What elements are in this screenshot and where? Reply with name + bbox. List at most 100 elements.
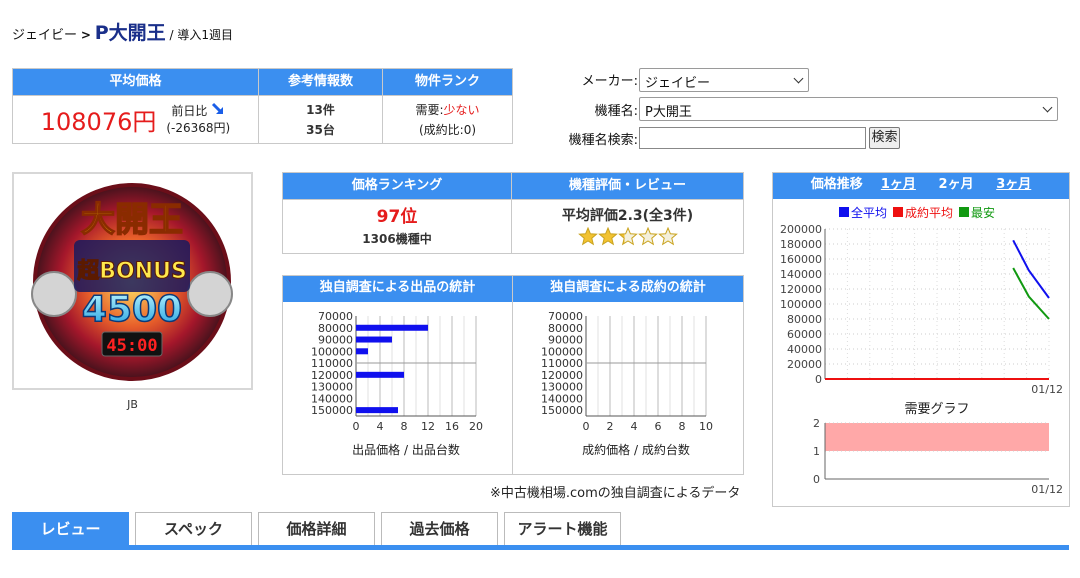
tab-bar-line xyxy=(12,545,1069,550)
legend-swatch xyxy=(893,207,903,217)
trend-y-tick-label: 100000 xyxy=(780,298,822,311)
maker-label: メーカー: xyxy=(581,74,638,89)
rating-star-icon xyxy=(657,226,678,245)
summary-header-rank: 物件ランク xyxy=(382,68,513,96)
trend-down-arrow-icon xyxy=(211,102,225,118)
x-tick-label: 4 xyxy=(377,420,384,433)
tab-review[interactable]: レビュー xyxy=(12,512,129,546)
legend-swatch xyxy=(959,207,969,217)
info-count-listings: 13件 xyxy=(306,102,335,117)
rating-star-icon xyxy=(617,226,638,245)
x-tick-label: 16 xyxy=(445,420,459,433)
trend-y-tick-label: 80000 xyxy=(787,313,822,326)
ranking-header-review: 機種評価・レビュー xyxy=(511,172,744,200)
rating-star-icon xyxy=(637,226,658,245)
model-select-value: P大開王 xyxy=(645,105,692,120)
machine-sub-text: 超BONUS xyxy=(77,259,187,284)
contract-stats-title: 独自調査による成約の統計 xyxy=(513,276,743,302)
contract-stats-chart: 0 2 4 6 8 10700008000090000100000110000120000… xyxy=(541,310,713,457)
breadcrumb-separator: > xyxy=(80,28,91,42)
y-tick-label: 150000 xyxy=(541,404,583,417)
trend-series-line xyxy=(1012,267,1050,320)
rank-value: 少ない xyxy=(443,102,480,117)
average-rating: 平均評価2.3(全3件) xyxy=(561,207,694,224)
price-summary-table: 平均価格 参考情報数 物件ランク 108076円 前日比 (-26368円) 1… xyxy=(12,68,513,144)
trend-chart: 全平均 成約平均 最安2000001800001600001400001200001… xyxy=(780,205,1063,496)
summary-header-avg-price: 平均価格 xyxy=(12,68,259,96)
page-title: P大開王 xyxy=(94,22,166,44)
tab-spec[interactable]: スペック xyxy=(135,512,252,546)
trend-y-tick-label: 120000 xyxy=(780,283,822,296)
rank-ratio: (成約比:0) xyxy=(418,122,477,137)
trend-y-tick-label: 40000 xyxy=(787,343,822,356)
trend-y-tick-label: 180000 xyxy=(780,238,822,251)
trend-y-tick-label: 200000 xyxy=(780,223,822,236)
x-tick-label: 10 xyxy=(699,420,713,433)
x-tick-label: 20 xyxy=(469,420,483,433)
rank-label: 需要: xyxy=(415,102,444,117)
x-tick-label: 0 xyxy=(583,420,590,433)
legend-label: 成約平均 xyxy=(905,205,953,220)
search-button[interactable]: 検索 xyxy=(869,127,900,149)
maker-select[interactable]: ジェイビー xyxy=(639,68,809,92)
price-rank-value: 97位 xyxy=(376,206,418,227)
tab-past-price[interactable]: 過去価格 xyxy=(381,512,498,546)
x-tick-label: 4 xyxy=(631,420,638,433)
demand-graph-title: 需要グラフ xyxy=(904,402,969,417)
ranking-header-price: 価格ランキング xyxy=(282,172,512,200)
price-rank-total: 1306機種中 xyxy=(362,231,432,246)
trend-y-tick-label: 20000 xyxy=(787,358,822,371)
y-tick-label: 150000 xyxy=(311,404,353,417)
trend-tab-2month[interactable]: 2ヶ月 xyxy=(939,177,974,192)
avg-price-cell: 108076円 前日比 (-26368円) xyxy=(12,95,259,144)
demand-y-tick-label: 0 xyxy=(813,473,820,486)
trend-series-line xyxy=(1012,239,1050,299)
bar xyxy=(356,324,428,331)
demand-y-tick-label: 1 xyxy=(813,445,820,458)
machine-logo-text: 大開王 xyxy=(81,200,183,240)
trend-title: 価格推移 xyxy=(810,177,863,192)
model-label: 機種名: xyxy=(594,104,638,119)
bar xyxy=(356,348,368,355)
machine-big-number: 4500 xyxy=(82,289,182,330)
demand-y-tick-label: 2 xyxy=(813,417,820,430)
x-tick-label: 12 xyxy=(421,420,435,433)
price-trend-panel: 価格推移 1ヶ月 2ヶ月 3ヶ月 全平均 成約平均 最安 200000 180000 16… xyxy=(772,172,1070,507)
breadcrumb-maker-link[interactable]: ジェイビー xyxy=(12,28,77,43)
maker-select-value: ジェイビー xyxy=(645,76,711,91)
trend-y-tick-label: 60000 xyxy=(787,328,822,341)
x-tick-label: 2 xyxy=(607,420,614,433)
summary-header-info-count: 参考情報数 xyxy=(258,68,383,96)
source-note: ※中古機相場.comの独自調査によるデータ xyxy=(490,486,741,501)
bar xyxy=(356,371,404,378)
keyword-label: 機種名検索: xyxy=(568,133,638,148)
model-search-input[interactable] xyxy=(639,127,866,149)
legend-label: 最安 xyxy=(971,205,995,220)
ranking-table: 価格ランキング 機種評価・レビュー 97位 1306機種中 平均評価2.3(全3… xyxy=(282,172,744,254)
legend-swatch xyxy=(839,207,849,217)
demand-band xyxy=(825,423,1049,451)
trend-y-tick-label: 160000 xyxy=(780,253,822,266)
listing-stats-title: 独自調査による出品の統計 xyxy=(283,276,512,302)
x-tick-label: 6 xyxy=(655,420,662,433)
trend-header: 価格推移 1ヶ月 2ヶ月 3ヶ月 xyxy=(773,173,1069,199)
review-cell[interactable]: 平均評価2.3(全3件) xyxy=(511,199,744,254)
avg-price-value: 108076円 xyxy=(40,108,157,136)
bar xyxy=(356,336,392,343)
info-count-units: 35台 xyxy=(306,122,335,137)
machine-caption: JB xyxy=(127,398,138,411)
machine-image: 大開王 超BONUS 4500 45:00 xyxy=(12,172,253,390)
chevron-down-icon xyxy=(1042,102,1053,113)
trend-tab-3month[interactable]: 3ヶ月 xyxy=(996,177,1031,192)
trend-y-tick-label: 140000 xyxy=(780,268,822,281)
tab-price-detail[interactable]: 価格詳細 xyxy=(258,512,375,546)
chart-xlabel: 成約価格 / 成約台数 xyxy=(582,442,690,457)
listing-stats-chart: 0 4 8 12 16 207000080000900001000001100001200… xyxy=(311,310,483,457)
tab-alert[interactable]: アラート機能 xyxy=(504,512,621,546)
model-select[interactable]: P大開王 xyxy=(639,97,1058,121)
bar xyxy=(356,407,398,414)
breadcrumb: ジェイビー > P大開王 / 導入1週目 xyxy=(12,18,233,45)
x-tick-label: 0 xyxy=(353,420,360,433)
prev-day-diff: (-26368円) xyxy=(166,121,231,135)
trend-tab-1month[interactable]: 1ヶ月 xyxy=(881,177,916,192)
